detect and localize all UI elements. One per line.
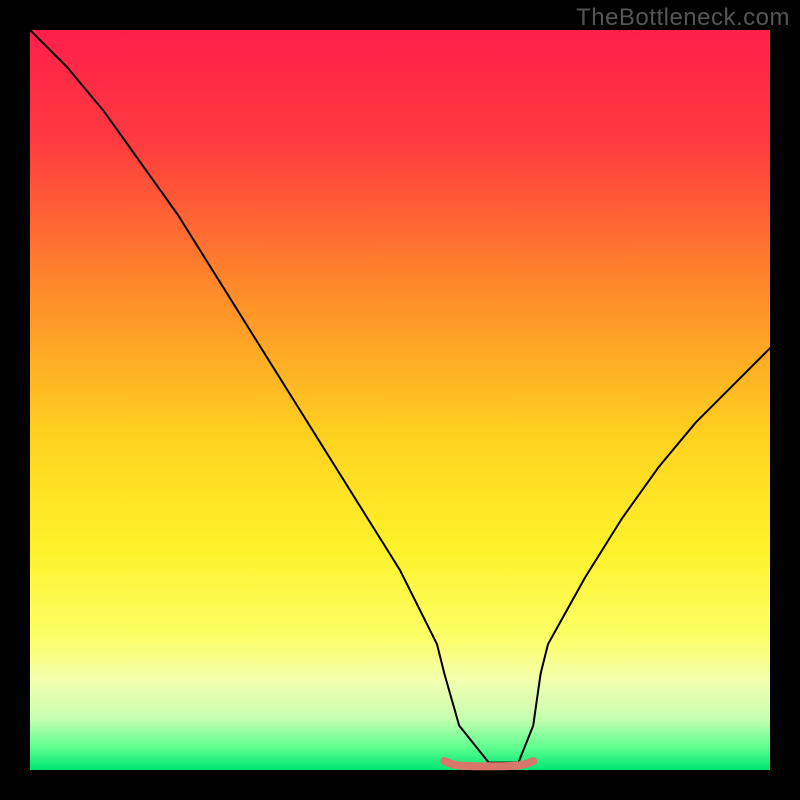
watermark-text: TheBottleneck.com [576,4,790,32]
bottleneck-chart [0,0,800,800]
chart-stage: TheBottleneck.com [0,0,800,800]
plot-background [30,30,770,770]
